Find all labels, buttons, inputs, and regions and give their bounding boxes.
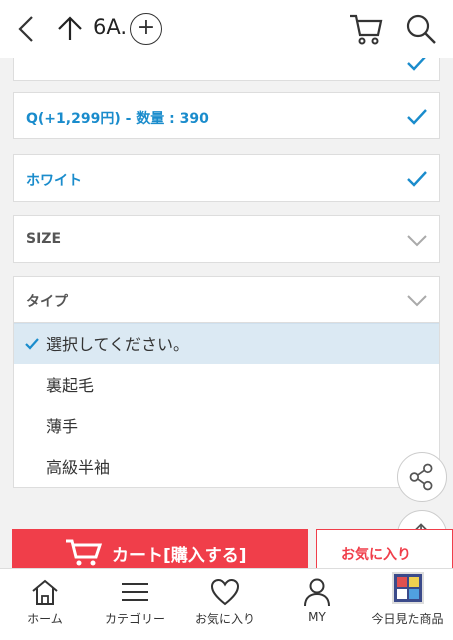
user-icon <box>304 578 330 607</box>
check-icon <box>407 171 427 187</box>
tab-label: カテゴリー <box>104 612 165 626</box>
check-icon <box>25 338 39 350</box>
option-label: タイプ <box>26 294 68 310</box>
top-header: 6A. + <box>0 0 453 58</box>
favorite-button-label: お気に入り <box>341 547 411 563</box>
option-label: SIZE <box>26 231 62 247</box>
cart-icon <box>66 539 103 566</box>
tab-home[interactable]: ホーム <box>0 569 90 640</box>
chevron-down-icon <box>407 235 427 247</box>
purchase-action-bar: カート[購入する] お気に入り <box>0 529 453 574</box>
type-dropdown-list: 選択してください。 裏起毛 薄手 高級半袖 <box>13 322 440 488</box>
share-icon <box>409 463 433 491</box>
dropdown-item[interactable]: 薄手 <box>14 405 439 446</box>
tab-recently-viewed[interactable]: 今日見た商品 <box>362 569 453 640</box>
dropdown-item-placeholder[interactable]: 選択してください。 <box>14 323 439 364</box>
cart-icon[interactable] <box>348 11 384 47</box>
bottom-tab-bar: ホーム カテゴリー お気に入り MY 今日見た商品 <box>0 568 453 640</box>
option-select-partial[interactable] <box>13 58 440 81</box>
chevron-down-icon <box>407 295 427 307</box>
option-label: Q(+1,299円) - 数量 : 390 <box>26 111 209 127</box>
tab-label: ホーム <box>27 612 63 626</box>
option-select-type[interactable]: タイプ <box>13 276 440 323</box>
search-icon[interactable] <box>405 13 437 45</box>
tab-label: MY <box>308 610 326 624</box>
option-label: ホワイト <box>26 173 82 189</box>
check-icon <box>407 58 426 71</box>
tab-favorites[interactable]: お気に入り <box>180 569 270 640</box>
dropdown-item-label: 高級半袖 <box>46 458 111 477</box>
heart-icon <box>210 578 240 606</box>
dropdown-item-label: 裏起毛 <box>46 376 95 395</box>
tab-label: お気に入り <box>194 612 255 626</box>
share-button[interactable] <box>397 452 447 502</box>
page-title: 6A. <box>93 15 128 39</box>
back-arrow-icon[interactable] <box>14 14 38 44</box>
tab-category[interactable]: カテゴリー <box>90 569 180 640</box>
option-panel: Q(+1,299円) - 数量 : 390 ホワイト SIZE タイプ 選択して… <box>0 58 453 568</box>
option-select-quantity[interactable]: Q(+1,299円) - 数量 : 390 <box>13 92 440 139</box>
home-icon <box>32 579 58 605</box>
dropdown-item-label: 選択してください。 <box>46 335 190 354</box>
dropdown-item-label: 薄手 <box>46 417 79 436</box>
check-icon <box>407 109 427 125</box>
home-up-icon[interactable] <box>56 14 84 44</box>
recent-product-thumbnail <box>391 572 424 604</box>
option-select-color[interactable]: ホワイト <box>13 154 440 202</box>
cart-button-label: カート[購入する] <box>112 546 247 566</box>
tab-my[interactable]: MY <box>272 569 362 640</box>
dropdown-item[interactable]: 高級半袖 <box>14 446 439 487</box>
tab-label: 今日見た商品 <box>371 612 444 626</box>
add-button[interactable]: + <box>130 13 162 45</box>
option-select-size[interactable]: SIZE <box>13 215 440 263</box>
dropdown-item[interactable]: 裏起毛 <box>14 364 439 405</box>
menu-icon <box>122 583 148 601</box>
